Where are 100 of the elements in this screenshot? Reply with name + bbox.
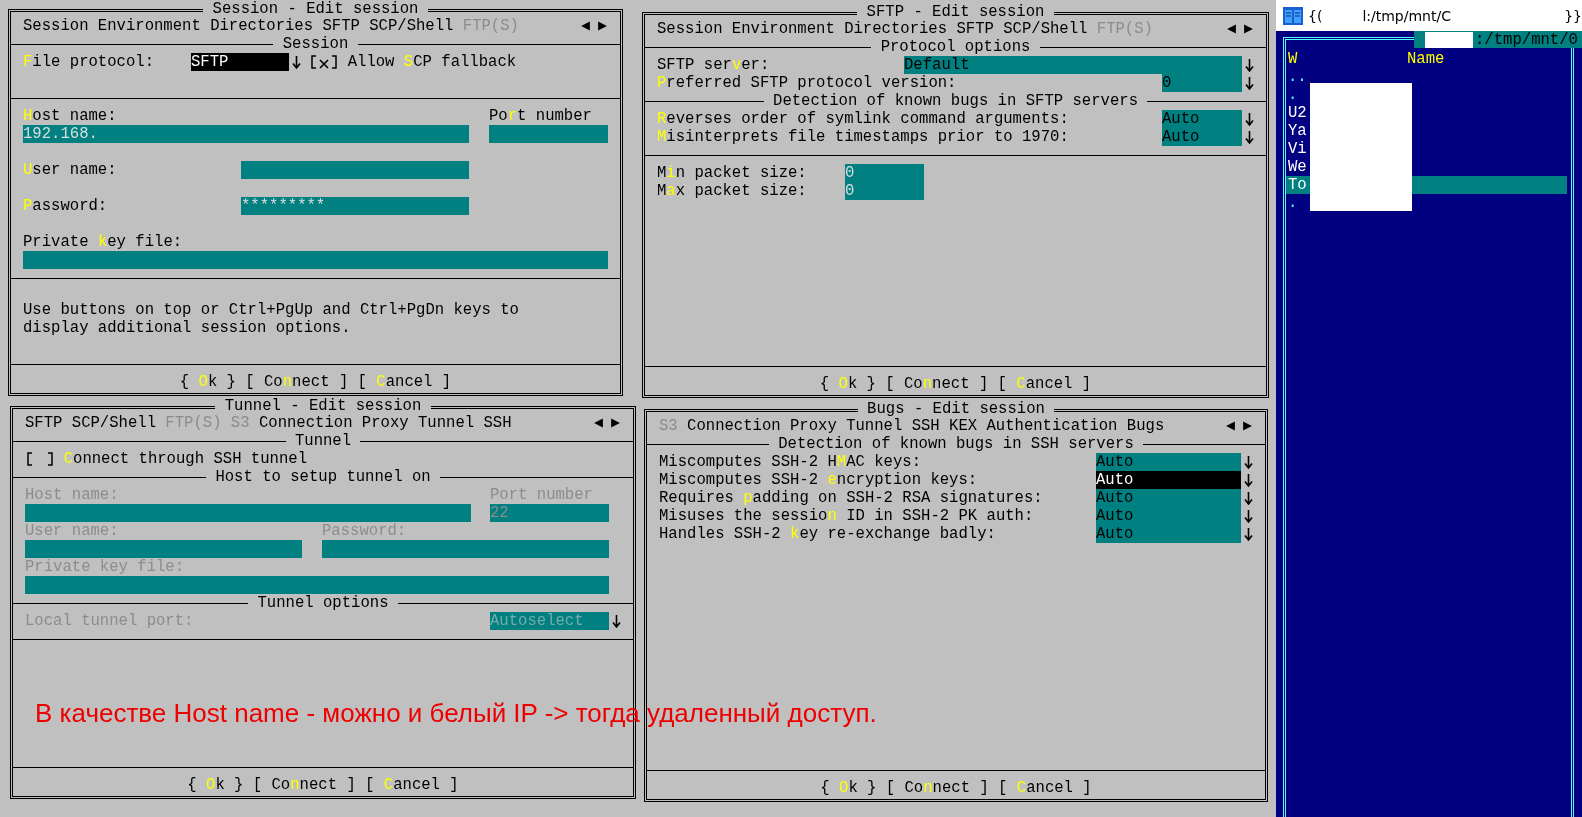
file-item[interactable]: Vi [1286,140,1567,158]
dropdown[interactable]: Auto [1096,489,1241,507]
tab[interactable]: Tunnel [846,417,903,435]
tab[interactable]: SCP/Shell [71,414,156,432]
tab[interactable]: SSH [911,417,940,435]
tab[interactable]: SCP/Shell [369,17,454,35]
dropdown-arrow-icon[interactable] [292,55,301,69]
tab[interactable]: Directories [210,17,314,35]
tab[interactable]: SSH [483,414,512,432]
scroll-right-icon[interactable] [610,417,621,429]
dropdown[interactable]: Auto [1096,471,1241,489]
section-title: Protocol options [879,38,1032,56]
dialog-button[interactable]: [ Connect ] [885,779,989,797]
dialog-button[interactable]: { Ok } [179,373,236,391]
file-item[interactable]: We [1286,158,1567,176]
field-label: Max packet size: [657,182,808,200]
dialog-button[interactable]: [ Cancel ] [365,776,459,794]
tab[interactable]: SFTP [956,20,994,38]
tab[interactable]: Tunnel [418,414,475,432]
input-field[interactable]: 192.168. [23,125,469,143]
field-label: Miscomputes SSH-2 encryption keys: [659,471,979,489]
dropdown[interactable]: Auto [1162,128,1242,146]
checkbox[interactable] [310,54,339,70]
section-title: Detection of known bugs in SSH servers [777,435,1135,453]
tab[interactable]: SFTP [322,17,360,35]
scroll-left-icon[interactable] [593,417,604,429]
scroll-right-icon[interactable] [1243,23,1254,35]
dropdown[interactable]: Auto [1096,453,1241,471]
tab[interactable]: Connection [258,414,353,432]
field-label: Preferred SFTP protocol version: [657,74,958,92]
dialog-button[interactable]: { Ok } [819,375,876,393]
app-icon [1283,6,1303,25]
dialog-button[interactable]: [ Cancel ] [997,375,1092,393]
tab[interactable]: Environment [97,17,201,35]
tab[interactable]: Proxy [790,417,837,435]
field-label: Misuses the session ID in SSH-2 PK auth: [659,507,1035,525]
tab[interactable]: Bugs [1126,417,1165,435]
input-field[interactable]: ********* [241,197,469,215]
dropdown-arrow-icon[interactable] [1245,58,1254,72]
tab[interactable]: Proxy [361,414,409,432]
dropdown[interactable]: Default [904,56,1242,74]
scroll-right-icon[interactable] [597,20,608,32]
dropdown-arrow-icon[interactable] [612,614,621,628]
column-header: Name [1407,50,1445,68]
dialog-button[interactable]: [ Cancel ] [357,373,452,391]
dropdown-arrow-icon[interactable] [1244,527,1253,541]
tab[interactable]: Session [657,20,723,38]
column-header: W [1287,50,1299,68]
dialog-button[interactable]: [ Cancel ] [998,779,1092,797]
window-title: l:/tmp/mnt/C [1362,6,1451,25]
dropdown[interactable]: SFTP [191,53,289,71]
dialog-button[interactable]: [ Connect ] [245,373,349,391]
dialog-button[interactable]: [ Connect ] [885,375,989,393]
dropdown-arrow-icon[interactable] [1244,491,1253,505]
dropdown[interactable]: Auto [1162,110,1242,128]
scroll-left-icon[interactable] [580,20,591,32]
field-label: Requires padding on SSH-2 RSA signatures: [659,489,1044,507]
dropdown-arrow-icon[interactable] [1245,130,1254,144]
tab[interactable]: Directories [844,20,948,38]
scroll-left-icon[interactable] [1226,23,1237,35]
dropdown-arrow-icon[interactable] [1244,455,1253,469]
dropdown-arrow-icon[interactable] [1244,473,1253,487]
file-item[interactable]: .. [1286,68,1567,86]
dropdown[interactable]: Auto [1096,525,1241,543]
input-field[interactable]: 0 [845,164,924,182]
section-title: Session [281,35,350,53]
field-label: SFTP server: [657,56,771,74]
section-title: Detection of known bugs in SFTP servers [772,92,1139,110]
tab[interactable]: Environment [731,20,835,38]
tab[interactable]: Connection [687,417,781,435]
file-item[interactable]: U2 [1286,104,1567,122]
hint-text: Use buttons on top or Ctrl+PgUp and Ctrl+PgDn keys to display additional session options. [22,301,520,337]
tab[interactable]: Session [23,17,89,35]
file-item[interactable]: . [1286,86,1567,104]
tab[interactable]: KEX [949,417,978,435]
field-label: Password: [23,197,109,215]
input-field[interactable]: 0 [845,182,924,200]
tab[interactable]: Authentication [986,417,1118,435]
file-item[interactable]: . [1286,194,1567,212]
input-field[interactable] [489,125,608,143]
dialog-button[interactable]: [ Connect ] [252,776,356,794]
scroll-right-icon[interactable] [1242,420,1253,432]
field-label: Handles SSH-2 key re-exchange badly: [659,525,997,543]
dialog-button[interactable]: { Ok } [187,776,244,794]
dropdown-arrow-icon[interactable] [1245,76,1254,90]
scroll-left-icon[interactable] [1225,420,1236,432]
dropdown-arrow-icon[interactable] [1245,112,1254,126]
field-label: Reverses order of symlink command arguments: [657,110,1070,128]
dropdown[interactable]: 0 [1162,74,1242,92]
tab[interactable]: SFTP [25,414,63,432]
file-item[interactable]: Ya [1286,122,1567,140]
dialog-button[interactable]: { Ok } [820,779,877,797]
window-title: {( [1308,6,1323,25]
checkbox[interactable] [26,451,55,467]
dropdown[interactable]: Auto [1096,507,1241,525]
tab[interactable]: SCP/Shell [1003,20,1088,38]
input-field[interactable] [23,251,608,269]
dialog-title: Bugs - Edit session [857,400,1055,418]
input-field[interactable] [241,161,469,179]
dropdown-arrow-icon[interactable] [1244,509,1253,523]
